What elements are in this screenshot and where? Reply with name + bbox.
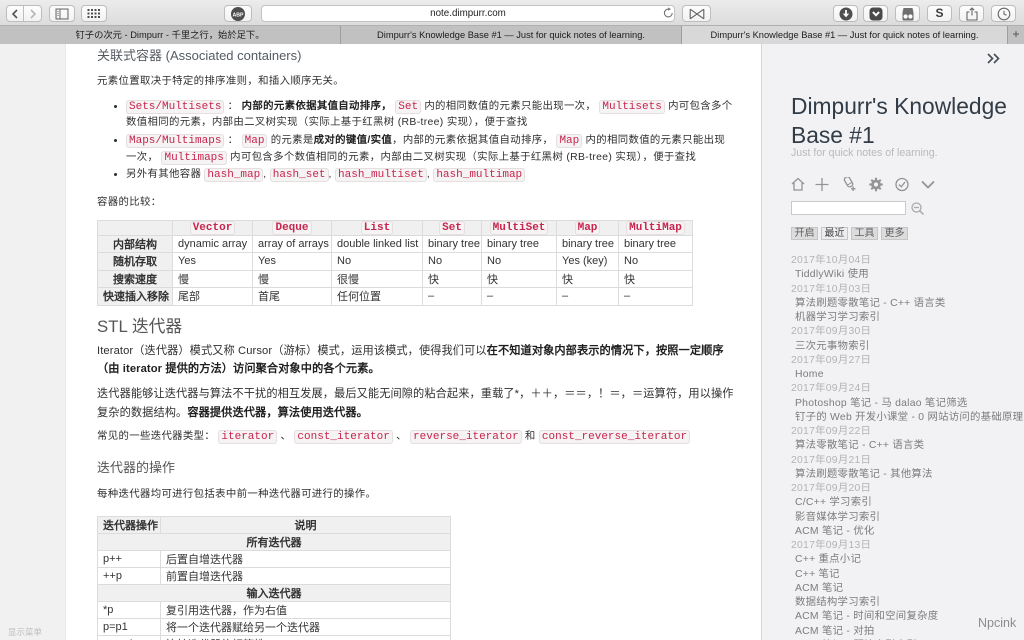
svg-text:ABP: ABP — [233, 12, 244, 18]
